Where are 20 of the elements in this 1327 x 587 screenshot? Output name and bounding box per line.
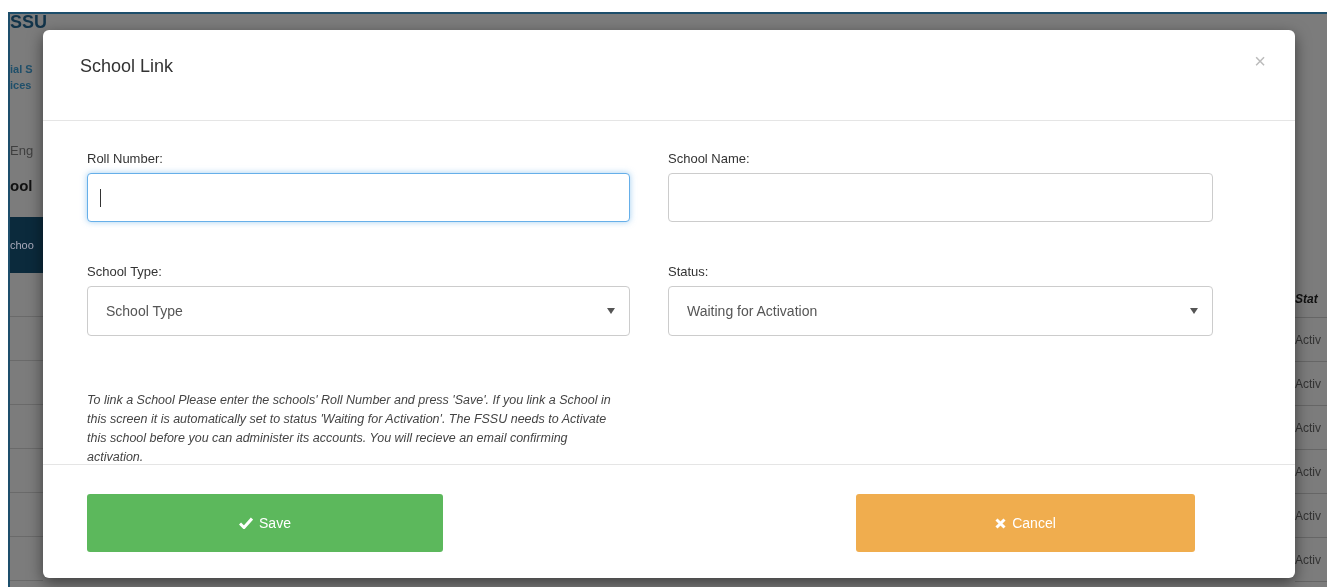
modal-title: School Link (80, 55, 174, 78)
field-label: School Name: (668, 150, 751, 167)
checkmark-icon (239, 517, 254, 529)
nav-item[interactable]: choo (10, 217, 43, 273)
input-field[interactable] (87, 173, 630, 222)
dropdown-caret-icon (1190, 308, 1198, 314)
field-label: School Type: (87, 263, 163, 280)
select-field[interactable]: Waiting for Activation (668, 286, 1213, 336)
dropdown-caret-icon (607, 308, 615, 314)
close-icon (995, 517, 1007, 529)
select-field[interactable]: School Type (87, 286, 630, 336)
logo-subtitle: ices (10, 78, 33, 93)
page-heading: ool (10, 175, 34, 196)
field-label: Roll Number: (87, 150, 164, 167)
field-label: Status: (668, 263, 710, 280)
text-cursor-icon (100, 188, 101, 207)
logo-subtitle: ial S (10, 62, 34, 77)
help-text: To link a School Please enter the schools' Roll Number and press 'Save'. If you link a School in this screen it is automatically set to status 'Waiting for Activation'. The FSSU needs to Activate this school before you can administer its accounts. You will recieve an email confirming activation. (87, 392, 612, 466)
language-text: Eng (10, 142, 35, 160)
input-field[interactable] (668, 173, 1213, 222)
